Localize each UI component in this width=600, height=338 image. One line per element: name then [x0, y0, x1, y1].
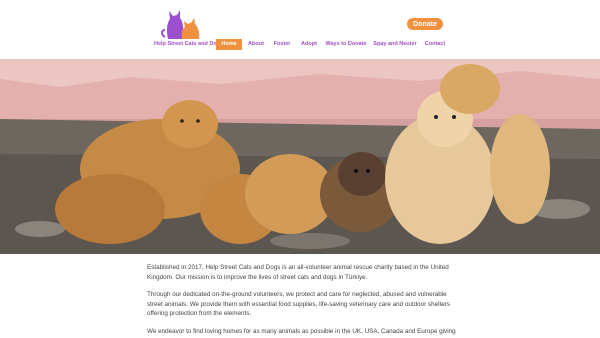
- hero-dogs-photo: [0, 59, 600, 254]
- nav-item-foster[interactable]: Foster: [271, 39, 293, 50]
- nav-item-contact[interactable]: Contact: [423, 39, 447, 50]
- nav-item-home-brand[interactable]: Help Street Cats and Dogs: [154, 39, 223, 50]
- nav-item-about[interactable]: About: [245, 39, 267, 50]
- donate-button[interactable]: Donate: [407, 18, 443, 30]
- main-nav: Help Street Cats and Dogs Home About Fos…: [150, 39, 450, 50]
- adoption-paragraph: We endeavor to find loving homes for as …: [147, 327, 456, 338]
- logo-cat-dog-icon[interactable]: [160, 6, 204, 40]
- nav-item-home[interactable]: Home: [216, 39, 242, 50]
- main-content: Established in 2017, Help Street Cats an…: [147, 263, 457, 338]
- mission-paragraph: Through our dedicated on-the-ground volu…: [147, 291, 450, 318]
- nav-item-ways-to-donate[interactable]: Ways to Donate: [325, 39, 367, 50]
- site-header: Donate Help Street Cats and Dogs Home Ab…: [0, 0, 600, 58]
- nav-item-adopt[interactable]: Adopt: [298, 39, 320, 50]
- nav-item-spay-neuter[interactable]: Spay and Neuter: [373, 39, 417, 50]
- intro-paragraph: Established in 2017, Help Street Cats an…: [147, 264, 449, 281]
